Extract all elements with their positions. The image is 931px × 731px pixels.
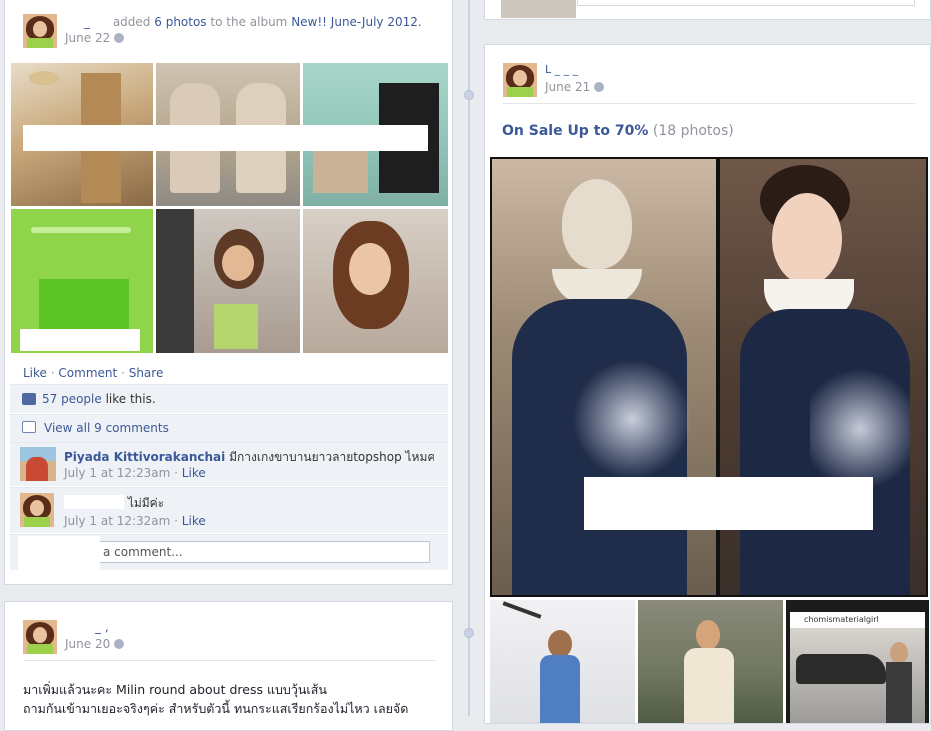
author-name[interactable]: L _ _ _ [545, 63, 578, 76]
post-date[interactable]: June 22 [65, 31, 110, 45]
comment-item: ไม่มีค่ะ July 1 at 12:32am · Like [10, 487, 448, 533]
album-photo-6[interactable] [303, 209, 448, 353]
redacted-overlay [64, 495, 124, 509]
redacted-overlay [23, 125, 428, 151]
sale-album-post-card: L _ _ _ June 21 On Sale Up to 70% (18 ph… [484, 44, 931, 724]
globe-icon [114, 33, 125, 43]
action-text-mid: to the album [210, 15, 288, 29]
post-header: _ added 6 photos to the album New!! June… [65, 15, 445, 29]
comment-time[interactable]: July 1 at 12:32am [64, 514, 170, 528]
author-avatar[interactable] [23, 14, 57, 48]
previous-post-card [484, 0, 931, 20]
post-text-line: มาเพิ่มแล้วนะคะ Milin round about dress … [23, 682, 327, 697]
comment-bubble-icon [22, 421, 36, 433]
share-link[interactable]: Share [129, 366, 164, 380]
comment-like-link[interactable]: Like [182, 514, 206, 528]
redacted-overlay [18, 536, 100, 578]
comment-link[interactable]: Comment [58, 366, 117, 380]
album-thumb-2[interactable] [638, 600, 783, 723]
comment-item: Piyada Kittivorakanchai มีกางเกงขาบานยาว… [10, 442, 448, 486]
globe-icon [594, 82, 605, 92]
author-name[interactable]: _ [65, 15, 109, 29]
post-actions: Like · Comment · Share [23, 366, 163, 380]
post-text-line: ถามกันเข้ามาเยอะจริงๆค่ะ สำหรับตัวนี้ ทน… [23, 701, 409, 716]
likes-row: 57 people like this. [10, 384, 448, 413]
action-text: added [112, 15, 151, 29]
album-photo-count: (18 photos) [652, 123, 734, 139]
photo-count-link[interactable]: 6 photos [154, 15, 206, 29]
album-title-row: On Sale Up to 70% (18 photos) [502, 123, 734, 139]
post-date[interactable]: June 21 [545, 80, 590, 94]
text-post-card: _ , June 20 มาเพิ่มแล้วนะคะ Milin round … [4, 601, 453, 731]
thumbs-up-icon [22, 393, 36, 405]
frame [577, 0, 915, 6]
likes-count-link[interactable]: 57 people [42, 392, 102, 406]
comment-text: มีกางเกงขาบานยาวลายtopshop ไหมคะ [229, 450, 434, 464]
commenter-avatar[interactable] [20, 493, 54, 527]
divider [23, 660, 435, 661]
separator: · [121, 366, 125, 380]
album-photo-partial[interactable] [501, 0, 576, 18]
redacted-overlay [20, 329, 140, 351]
post-timestamp: June 22 [65, 31, 125, 45]
like-link[interactable]: Like [23, 366, 47, 380]
commenter-name[interactable]: Piyada Kittivorakanchai [64, 450, 225, 464]
album-main-photo[interactable] [490, 157, 928, 597]
commenter-avatar[interactable] [20, 447, 56, 481]
divider [503, 103, 915, 104]
album-title-link[interactable]: On Sale Up to 70% [502, 123, 648, 139]
post-timestamp: June 21 [545, 80, 605, 94]
album-thumb-3[interactable]: chomismaterialgirl [786, 600, 929, 723]
separator: · [50, 366, 55, 380]
author-avatar[interactable] [503, 63, 537, 97]
likes-text: like this. [105, 392, 156, 406]
comment-input[interactable]: a comment... [98, 541, 430, 563]
author-name[interactable]: _ , [95, 620, 109, 634]
post-timestamp: June 20 [65, 637, 125, 651]
globe-icon [114, 639, 125, 649]
album-photo-5[interactable] [156, 209, 300, 353]
redacted-overlay [584, 477, 873, 530]
comment-like-link[interactable]: Like [182, 466, 206, 480]
timeline-spine [468, 0, 470, 716]
view-comments-row: View all 9 comments [10, 414, 448, 442]
timeline-dot [464, 90, 474, 100]
view-all-comments-link[interactable]: View all 9 comments [44, 421, 169, 435]
album-thumb-1[interactable] [490, 600, 635, 723]
comment-text: ไม่มีค่ะ [127, 496, 165, 510]
comment-time[interactable]: July 1 at 12:23am [64, 466, 170, 480]
post-date[interactable]: June 20 [65, 637, 110, 651]
author-avatar[interactable] [23, 620, 57, 654]
timeline-dot [464, 628, 474, 638]
thumb-caption: chomismaterialgirl [790, 612, 925, 628]
album-link[interactable]: New!! June-July 2012. [291, 15, 422, 29]
